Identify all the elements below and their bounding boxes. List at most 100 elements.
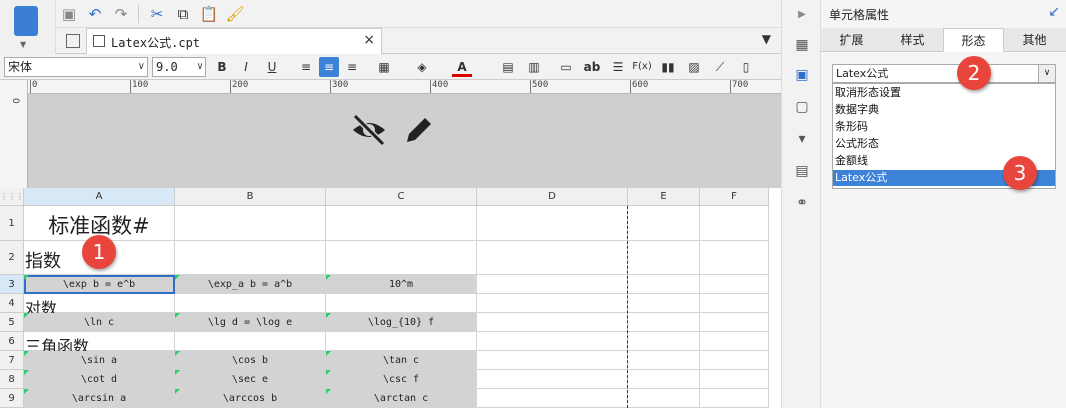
cell-d7[interactable] xyxy=(477,351,628,370)
cell-c2[interactable] xyxy=(326,241,477,275)
pencil-icon[interactable] xyxy=(401,112,437,148)
cell-c9[interactable]: \arctan c xyxy=(326,389,477,408)
merge-cells-icon[interactable]: ▤ xyxy=(498,57,518,77)
cell-b8[interactable]: \sec e xyxy=(175,370,326,389)
cell-f9[interactable] xyxy=(700,389,769,408)
font-size-select[interactable]: 9.0 ∨ xyxy=(152,57,206,77)
cell-c3[interactable]: 10^m xyxy=(326,275,477,294)
paste-icon[interactable]: 📋 xyxy=(198,3,220,25)
row-header[interactable]: 8 xyxy=(0,370,24,389)
cell-b9[interactable]: \arccos b xyxy=(175,389,326,408)
cell-f5[interactable] xyxy=(700,313,769,332)
cell-f3[interactable] xyxy=(700,275,769,294)
fill-color-icon[interactable]: ◈ xyxy=(412,57,432,77)
bold-button[interactable]: B xyxy=(212,57,232,77)
cell-a9[interactable]: \arcsin a xyxy=(24,389,175,408)
cell-c8[interactable]: \csc f xyxy=(326,370,477,389)
cell-d9[interactable] xyxy=(477,389,628,408)
column-header-d[interactable]: D xyxy=(477,188,628,206)
brush-icon[interactable]: 🖌 xyxy=(224,3,246,25)
cell-f4[interactable] xyxy=(700,294,769,313)
cell-d8[interactable] xyxy=(477,370,628,389)
save-icon[interactable]: ▣ xyxy=(58,3,80,25)
row-header[interactable]: 3 xyxy=(0,275,24,294)
border-icon[interactable]: ▦ xyxy=(374,57,394,77)
row-header[interactable]: 2 xyxy=(0,241,24,275)
cell-e4[interactable] xyxy=(628,294,700,313)
font-color-icon[interactable]: A xyxy=(452,57,472,77)
widget-icon[interactable]: ▾ xyxy=(793,130,811,148)
cell-a6[interactable]: 三角函数 xyxy=(24,332,175,356)
eye-off-icon[interactable] xyxy=(349,112,389,148)
cell-e3[interactable] xyxy=(628,275,700,294)
cell-a4[interactable]: 对数 xyxy=(24,294,175,318)
cell-c6[interactable] xyxy=(326,332,477,351)
column-header-c[interactable]: C xyxy=(326,188,477,206)
cell-d1[interactable] xyxy=(477,206,628,241)
option-data-dictionary[interactable]: 数据字典 xyxy=(833,102,1055,118)
cell-f6[interactable] xyxy=(700,332,769,351)
cell-e9[interactable] xyxy=(628,389,700,408)
tab-other[interactable]: 其他 xyxy=(1004,28,1065,52)
cell-b4[interactable] xyxy=(175,294,326,313)
cell-f8[interactable] xyxy=(700,370,769,389)
insert-row-icon[interactable]: ▭ xyxy=(556,57,576,77)
tab-presentation[interactable]: 形态 xyxy=(943,28,1004,52)
frame-icon[interactable]: ▢ xyxy=(793,98,811,116)
cell-e1[interactable] xyxy=(628,206,700,241)
sub-report-icon[interactable]: ▯ xyxy=(736,57,756,77)
cell-a5[interactable]: \ln c xyxy=(24,313,175,332)
text-cell-button[interactable]: ab xyxy=(582,57,602,77)
cell-e8[interactable] xyxy=(628,370,700,389)
layout-icon[interactable]: ▦ xyxy=(793,36,811,54)
cell-b3[interactable]: \exp_a b = a^b xyxy=(175,275,326,294)
column-header-f[interactable]: F xyxy=(700,188,769,206)
split-cells-icon[interactable]: ▥ xyxy=(524,57,544,77)
cell-d5[interactable] xyxy=(477,313,628,332)
cell-c1[interactable] xyxy=(326,206,477,241)
italic-button[interactable]: I xyxy=(236,57,256,77)
collapse-arrow-icon[interactable]: ▶ xyxy=(793,6,811,24)
link-icon[interactable]: ⚭ xyxy=(793,194,811,212)
undo-icon[interactable]: ↶ xyxy=(84,3,106,25)
grid-icon[interactable] xyxy=(66,34,80,48)
tab-menu-icon[interactable]: ▼ xyxy=(762,32,771,46)
tab-style[interactable]: 样式 xyxy=(882,28,943,52)
close-icon[interactable]: × xyxy=(363,32,375,48)
row-header[interactable]: 1 xyxy=(0,206,24,241)
tab-latex-cpt[interactable]: Latex公式.cpt × xyxy=(86,28,382,54)
slash-icon[interactable]: ⟋ xyxy=(710,57,730,77)
chevron-down-icon[interactable]: ▼ xyxy=(20,40,26,49)
row-header[interactable]: 4 xyxy=(0,294,24,313)
option-cancel[interactable]: 取消形态设置 xyxy=(833,85,1055,101)
cell-f7[interactable] xyxy=(700,351,769,370)
align-left-icon[interactable]: ≡ xyxy=(296,57,316,77)
cut-icon[interactable]: ✂ xyxy=(146,3,168,25)
row-header[interactable]: 5 xyxy=(0,313,24,332)
cell-a8[interactable]: \cot d xyxy=(24,370,175,389)
align-center-icon[interactable]: ≡ xyxy=(319,57,339,77)
cell-attribute-icon[interactable]: ▣ xyxy=(793,66,811,84)
option-barcode[interactable]: 条形码 xyxy=(833,119,1055,135)
cell-f1[interactable] xyxy=(700,206,769,241)
cell-a3[interactable]: \exp b = e^b xyxy=(24,275,175,294)
column-header-a[interactable]: A xyxy=(24,188,175,206)
wrap-text-icon[interactable]: ☰ xyxy=(608,57,628,77)
cell-e2[interactable] xyxy=(628,241,700,275)
column-header-b[interactable]: B xyxy=(175,188,326,206)
column-header-e[interactable]: E xyxy=(628,188,700,206)
cell-e5[interactable] xyxy=(628,313,700,332)
row-header[interactable]: 7 xyxy=(0,351,24,370)
cell-b7[interactable]: \cos b xyxy=(175,351,326,370)
formula-button[interactable]: F(x) xyxy=(632,57,652,77)
cell-b1[interactable] xyxy=(175,206,326,241)
cell-d6[interactable] xyxy=(477,332,628,351)
underline-button[interactable]: U xyxy=(262,57,282,77)
grid-corner[interactable]: ⋮⋮⋮ xyxy=(0,188,24,206)
cell-d3[interactable] xyxy=(477,275,628,294)
redo-icon[interactable]: ↷ xyxy=(110,3,132,25)
copy-icon[interactable]: ⧉ xyxy=(172,3,194,25)
font-family-select[interactable]: 宋体 ∨ xyxy=(4,57,148,77)
cell-e6[interactable] xyxy=(628,332,700,351)
presentation-type-select[interactable]: Latex公式 ∨ xyxy=(832,64,1056,83)
